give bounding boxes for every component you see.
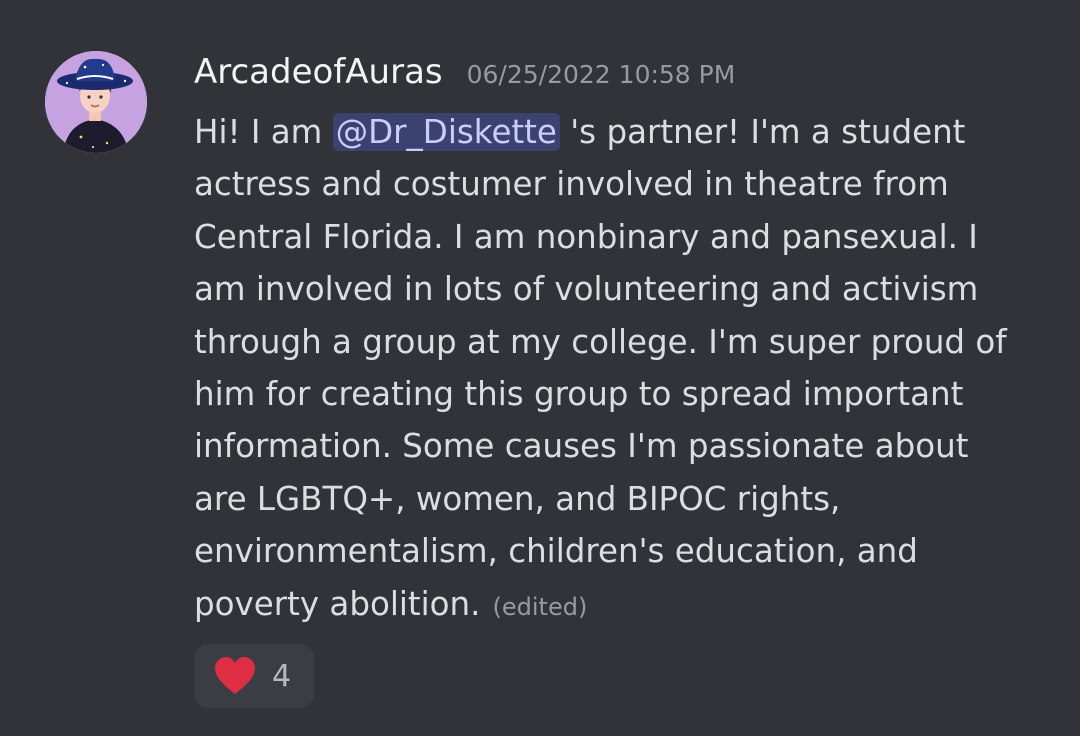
- message-text: 's partner! I'm a student: [559, 113, 966, 151]
- edited-label: (edited): [492, 592, 588, 621]
- message-line: environmentalism, children's education, …: [194, 532, 918, 571]
- reaction-heart[interactable]: 4: [194, 644, 314, 708]
- avatar-image: [45, 51, 147, 153]
- user-mention[interactable]: @Dr_Diskette: [332, 113, 560, 151]
- message-line: him for creating this group to spread im…: [194, 374, 964, 413]
- message-line-last: poverty abolition. (edited): [194, 578, 1054, 630]
- username[interactable]: ArcadeofAuras: [194, 52, 443, 92]
- message-line: am involved in lots of volunteering and …: [194, 270, 979, 309]
- message-content: Hi! I am @Dr_Diskette 's partner! I'm a …: [194, 106, 1054, 630]
- message-line: Central Florida. I am nonbinary and pans…: [194, 217, 978, 256]
- message-line: are LGBTQ+, women, and BIPOC rights,: [194, 479, 841, 518]
- message-text: Hi! I am: [194, 113, 333, 151]
- message-line: actress and costumer involved in theatre…: [194, 165, 949, 204]
- reaction-count: 4: [272, 658, 292, 694]
- message-line: Hi! I am @Dr_Diskette 's partner! I'm a …: [194, 106, 1054, 158]
- heart-icon: [212, 655, 258, 697]
- message-header: ArcadeofAuras 06/25/2022 10:58 PM: [194, 52, 735, 92]
- timestamp[interactable]: 06/25/2022 10:58 PM: [467, 60, 736, 89]
- avatar[interactable]: [45, 51, 147, 153]
- message-line: through a group at my college. I'm super…: [194, 322, 1007, 361]
- message-text: poverty abolition.: [194, 584, 481, 623]
- message-line: information. Some causes I'm passionate …: [194, 427, 969, 466]
- chat-message: ArcadeofAuras 06/25/2022 10:58 PM Hi! I …: [0, 0, 1080, 736]
